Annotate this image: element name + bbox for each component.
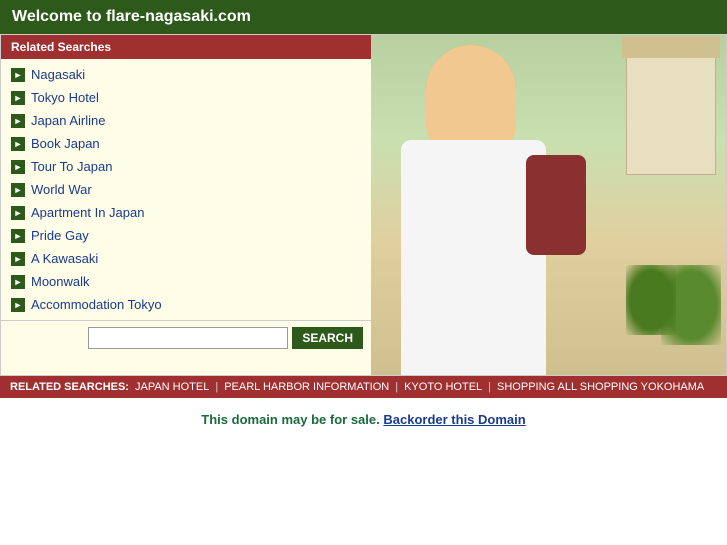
list-item: ► Moonwalk	[1, 270, 371, 293]
arrow-icon: ►	[11, 114, 25, 128]
person-backpack	[526, 155, 586, 255]
search-input[interactable]	[88, 327, 288, 349]
building-shape	[626, 55, 716, 175]
person-body	[401, 140, 546, 375]
domain-notice-text: This domain may be for sale.	[201, 412, 379, 427]
bottom-related-bar: RELATED SEARCHES: JAPAN HOTEL | PEARL HA…	[0, 376, 727, 398]
search-links-list: ► Nagasaki ► Tokyo Hotel ► Japan Airline…	[1, 59, 371, 320]
search-bar-row: SEARCH	[1, 320, 371, 355]
bottom-bar-label: RELATED SEARCHES:	[10, 381, 129, 393]
search-link[interactable]: Moonwalk	[31, 274, 90, 289]
list-item: ► Nagasaki	[1, 63, 371, 86]
search-button[interactable]: SEARCH	[292, 327, 363, 349]
arrow-icon: ►	[11, 91, 25, 105]
arrow-icon: ►	[11, 68, 25, 82]
left-panel: Related Searches ► Nagasaki ► Tokyo Hote…	[1, 35, 371, 375]
search-link[interactable]: World War	[31, 182, 92, 197]
list-item: ► A Kawasaki	[1, 247, 371, 270]
separator: |	[215, 381, 218, 393]
list-item: ► Pride Gay	[1, 224, 371, 247]
domain-notice: This domain may be for sale. Backorder t…	[0, 398, 727, 441]
arrow-icon: ►	[11, 252, 25, 266]
arrow-icon: ►	[11, 183, 25, 197]
bottom-link-1[interactable]: JAPAN HOTEL	[135, 381, 209, 393]
arrow-icon: ►	[11, 275, 25, 289]
list-item: ► Accommodation Tokyo	[1, 293, 371, 316]
separator: |	[488, 381, 491, 393]
search-link[interactable]: Book Japan	[31, 136, 100, 151]
backorder-link[interactable]: Backorder this Domain	[383, 412, 525, 427]
bottom-link-3[interactable]: KYOTO HOTEL	[404, 381, 482, 393]
arrow-icon: ►	[11, 160, 25, 174]
page-header: Welcome to flare-nagasaki.com	[0, 0, 727, 34]
person-figure	[376, 45, 586, 375]
tree-shape-2	[626, 265, 676, 335]
search-link[interactable]: Nagasaki	[31, 67, 85, 82]
list-item: ► Apartment In Japan	[1, 201, 371, 224]
search-link[interactable]: Tokyo Hotel	[31, 90, 99, 105]
arrow-icon: ►	[11, 206, 25, 220]
list-item: ► World War	[1, 178, 371, 201]
search-link[interactable]: Pride Gay	[31, 228, 89, 243]
bottom-link-2[interactable]: PEARL HARBOR INFORMATION	[224, 381, 389, 393]
separator: |	[395, 381, 398, 393]
arrow-icon: ►	[11, 298, 25, 312]
photo-panel	[371, 35, 726, 375]
tour-to-japan-link[interactable]: Tour To Japan	[31, 159, 112, 174]
list-item: ► Book Japan	[1, 132, 371, 155]
arrow-icon: ►	[11, 137, 25, 151]
arrow-icon: ►	[11, 229, 25, 243]
list-item: ► Japan Airline	[1, 109, 371, 132]
list-item: ► Tour To Japan	[1, 155, 371, 178]
main-container: Related Searches ► Nagasaki ► Tokyo Hote…	[0, 34, 727, 376]
bottom-link-4[interactable]: SHOPPING ALL SHOPPING YOKOHAMA	[497, 381, 704, 393]
search-link[interactable]: Apartment In Japan	[31, 205, 144, 220]
person-head	[426, 45, 516, 155]
list-item: ► Tokyo Hotel	[1, 86, 371, 109]
search-link[interactable]: Accommodation Tokyo	[31, 297, 162, 312]
photo-image	[371, 35, 726, 375]
search-link[interactable]: Japan Airline	[31, 113, 105, 128]
search-link[interactable]: A Kawasaki	[31, 251, 98, 266]
related-searches-header: Related Searches	[1, 35, 371, 59]
